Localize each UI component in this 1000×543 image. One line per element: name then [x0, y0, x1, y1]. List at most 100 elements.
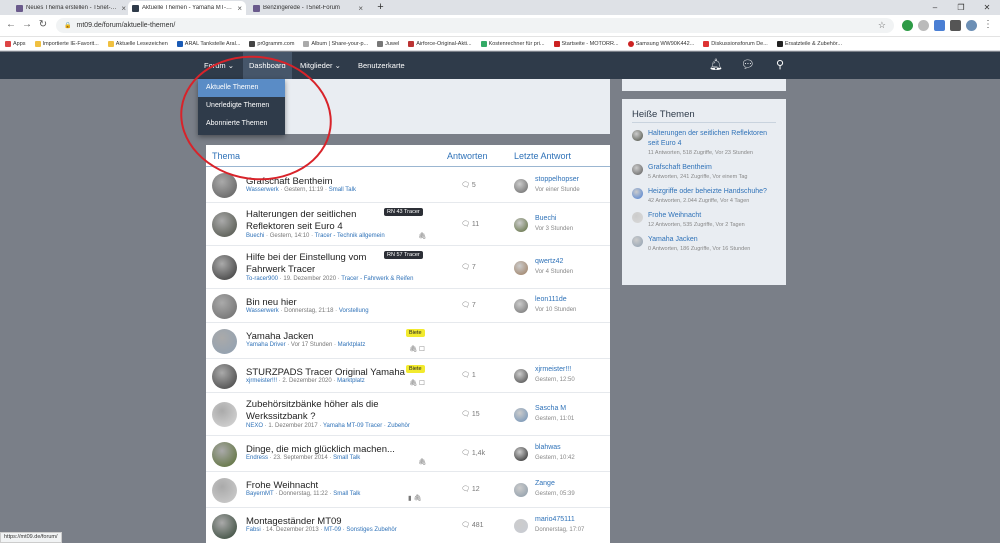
thread-author[interactable]: Wasserwerk	[246, 187, 279, 193]
hot-topic-title[interactable]: Yamaha Jacken	[648, 235, 776, 245]
menu-item-current-topics[interactable]: Aktuelle Themen	[198, 79, 285, 97]
hot-topic-title[interactable]: Halterungen der seitlichen Reflektoren s…	[648, 129, 776, 149]
thread-forum[interactable]: Marktplatz	[337, 378, 365, 384]
hot-topic-item[interactable]: Heizgriffe oder beheizte Handschuhe? 42 A…	[632, 187, 776, 206]
browser-tab[interactable]: Benzingerede - T5net-Forum ×	[249, 1, 367, 15]
minimize-icon[interactable]: –	[922, 0, 948, 15]
thread-prefix-badge[interactable]: RN 57 Tracer	[384, 251, 423, 259]
column-last-reply[interactable]: Letzte Antwort	[514, 151, 571, 161]
thread-author[interactable]: Buechi	[246, 233, 264, 239]
thread-author-avatar[interactable]	[212, 442, 237, 467]
last-poster-avatar[interactable]	[514, 483, 528, 497]
thread-row[interactable]: Halterungen der seitlichen Reflektoren se…	[206, 203, 610, 246]
puzzle-icon[interactable]	[950, 20, 961, 31]
hot-topic-item[interactable]: Frohe Weihnacht 12 Antworten, 535 Zugriff…	[632, 211, 776, 230]
bookmark-item[interactable]: Aktuelle Lesezeichen	[107, 40, 168, 47]
menu-dots-icon[interactable]: ⋮	[981, 18, 995, 32]
profile-avatar-icon[interactable]	[966, 20, 977, 31]
thread-author[interactable]: Endress	[246, 455, 268, 461]
thread-row[interactable]: Bin neu hier Wasserwerk · Donnerstag, 21:…	[206, 289, 610, 323]
last-poster-avatar[interactable]	[514, 179, 528, 193]
browser-tab[interactable]: Neues Thema erstellen - T5net-Foru... ×	[12, 1, 130, 15]
bookmark-star-icon[interactable]: ☆	[878, 20, 886, 31]
chat-bubbles-icon[interactable]: 💬︎	[736, 55, 760, 76]
thread-author-avatar[interactable]	[212, 514, 237, 539]
thread-row[interactable]: Dinge, die mich glücklich machen... Endre…	[206, 436, 610, 472]
search-icon[interactable]: ⚲	[768, 55, 792, 76]
thread-author-avatar[interactable]	[212, 478, 237, 503]
close-icon[interactable]: ×	[237, 4, 242, 13]
thread-forum[interactable]: Tracer - Fahrwerk & Reifen	[341, 276, 413, 282]
thread-row[interactable]: Hilfe bei der Einstellung vom Fahrwerk Tr…	[206, 246, 610, 289]
new-tab-plus-icon[interactable]: +	[374, 1, 387, 14]
thread-forum[interactable]: Small Talk	[329, 187, 356, 193]
column-replies[interactable]: Antworten	[447, 151, 488, 161]
window-close-icon[interactable]: ✕	[974, 0, 1000, 15]
last-poster-name[interactable]: mario475111	[535, 516, 575, 523]
reload-icon[interactable]: ↻	[36, 18, 50, 32]
thread-author[interactable]: To-racer900	[246, 276, 278, 282]
thread-author-avatar[interactable]	[212, 255, 237, 280]
close-icon[interactable]: ×	[358, 4, 363, 13]
hot-topic-item[interactable]: Halterungen der seitlichen Reflektoren s…	[632, 129, 776, 158]
nav-members[interactable]: Mitglieder ⌄	[294, 52, 347, 79]
thread-row[interactable]: Grafschaft Bentheim Wasserwerk · Gestern,…	[206, 168, 610, 203]
last-poster-avatar[interactable]	[514, 369, 528, 383]
thread-row[interactable]: Yamaha Jacken Yamaha Driver · Vor 17 Stun…	[206, 323, 610, 359]
thread-prefix-badge[interactable]: RN 43 Tracer	[384, 208, 423, 216]
thread-row[interactable]: Zubehörsitzbänke höher als die Werkssitzb…	[206, 393, 610, 436]
extension-icon[interactable]	[934, 20, 945, 31]
hot-topic-title[interactable]: Grafschaft Bentheim	[648, 163, 776, 173]
last-poster-name[interactable]: qwertz42	[535, 258, 563, 265]
bookmark-item[interactable]: Album | Share-your-p...	[303, 40, 368, 47]
bookmark-item[interactable]: Samsung WW90K442...	[627, 40, 694, 47]
thread-prefix-badge[interactable]: Biete	[406, 365, 425, 373]
thread-author-avatar[interactable]	[212, 212, 237, 237]
thread-title[interactable]: Hilfe bei der Einstellung vom Fahrwerk Tr…	[246, 252, 366, 276]
hot-topic-title[interactable]: Frohe Weihnacht	[648, 211, 776, 221]
thread-author[interactable]: xjrmeister!!!	[246, 378, 277, 384]
thread-forum[interactable]: Tracer - Technik allgemein	[315, 233, 385, 239]
bookmark-item[interactable]: Airforce-Original-Akti...	[408, 40, 472, 47]
last-poster-name[interactable]: blahwas	[535, 444, 561, 451]
bookmark-item[interactable]: Ersatzteile & Zubehör...	[776, 40, 842, 47]
thread-author[interactable]: Yamaha Driver	[246, 342, 286, 348]
last-poster-avatar[interactable]	[514, 519, 528, 533]
menu-item-unsolved-topics[interactable]: Unerledigte Themen	[198, 97, 285, 115]
thread-forum[interactable]: Vorstellung	[339, 308, 369, 314]
hot-topic-item[interactable]: Yamaha Jacken 0 Antworten, 186 Zugriffe, …	[632, 235, 776, 254]
last-poster-name[interactable]: leon111de	[535, 296, 567, 303]
last-poster-avatar[interactable]	[514, 299, 528, 313]
thread-author[interactable]: BayernMT	[246, 491, 274, 497]
extension-icon[interactable]	[918, 20, 929, 31]
thread-author-avatar[interactable]	[212, 364, 237, 389]
last-poster-name[interactable]: Sascha M	[535, 405, 566, 412]
last-poster-avatar[interactable]	[514, 408, 528, 422]
bookmark-item[interactable]: Diskussionsforum De...	[703, 40, 768, 47]
bookmark-item[interactable]: Apps	[5, 40, 26, 47]
thread-author[interactable]: NEXO	[246, 423, 263, 429]
thread-author[interactable]: Wasserwerk	[246, 308, 279, 314]
thread-author-avatar[interactable]	[212, 294, 237, 319]
last-poster-name[interactable]: stoppelhopser	[535, 176, 579, 183]
thread-title[interactable]: Halterungen der seitlichen Reflektoren se…	[246, 209, 356, 233]
last-poster-name[interactable]: xjrmeister!!!	[535, 366, 571, 373]
thread-author-avatar[interactable]	[212, 329, 237, 354]
hot-topic-item[interactable]: Grafschaft Bentheim 5 Antworten, 241 Zugr…	[632, 163, 776, 182]
last-poster-name[interactable]: Zange	[535, 480, 555, 487]
thread-prefix-badge[interactable]: Biete	[406, 329, 425, 337]
forward-arrow-icon[interactable]: →	[20, 18, 34, 32]
thread-author-avatar[interactable]	[212, 402, 237, 427]
back-arrow-icon[interactable]: ←	[4, 18, 18, 32]
menu-item-subscribed-topics[interactable]: Abonnierte Themen	[198, 115, 285, 133]
last-poster-avatar[interactable]	[514, 261, 528, 275]
bookmark-item[interactable]: Kostenrechner für pri...	[480, 40, 545, 47]
nav-dashboard[interactable]: Dashboard	[243, 52, 292, 79]
thread-forum[interactable]: Small Talk	[333, 491, 360, 497]
column-topic[interactable]: Thema	[212, 151, 240, 161]
thread-forum[interactable]: Marktplatz	[338, 342, 366, 348]
url-input[interactable]: 🔒 mt09.de/forum/aktuelle-themen/ ☆	[56, 18, 894, 33]
bookmark-item[interactable]: Startseite - MOTORR...	[553, 40, 619, 47]
thread-author-avatar[interactable]	[212, 173, 237, 198]
thread-row[interactable]: Frohe Weihnacht BayernMT · Donnerstag, 11…	[206, 472, 610, 508]
